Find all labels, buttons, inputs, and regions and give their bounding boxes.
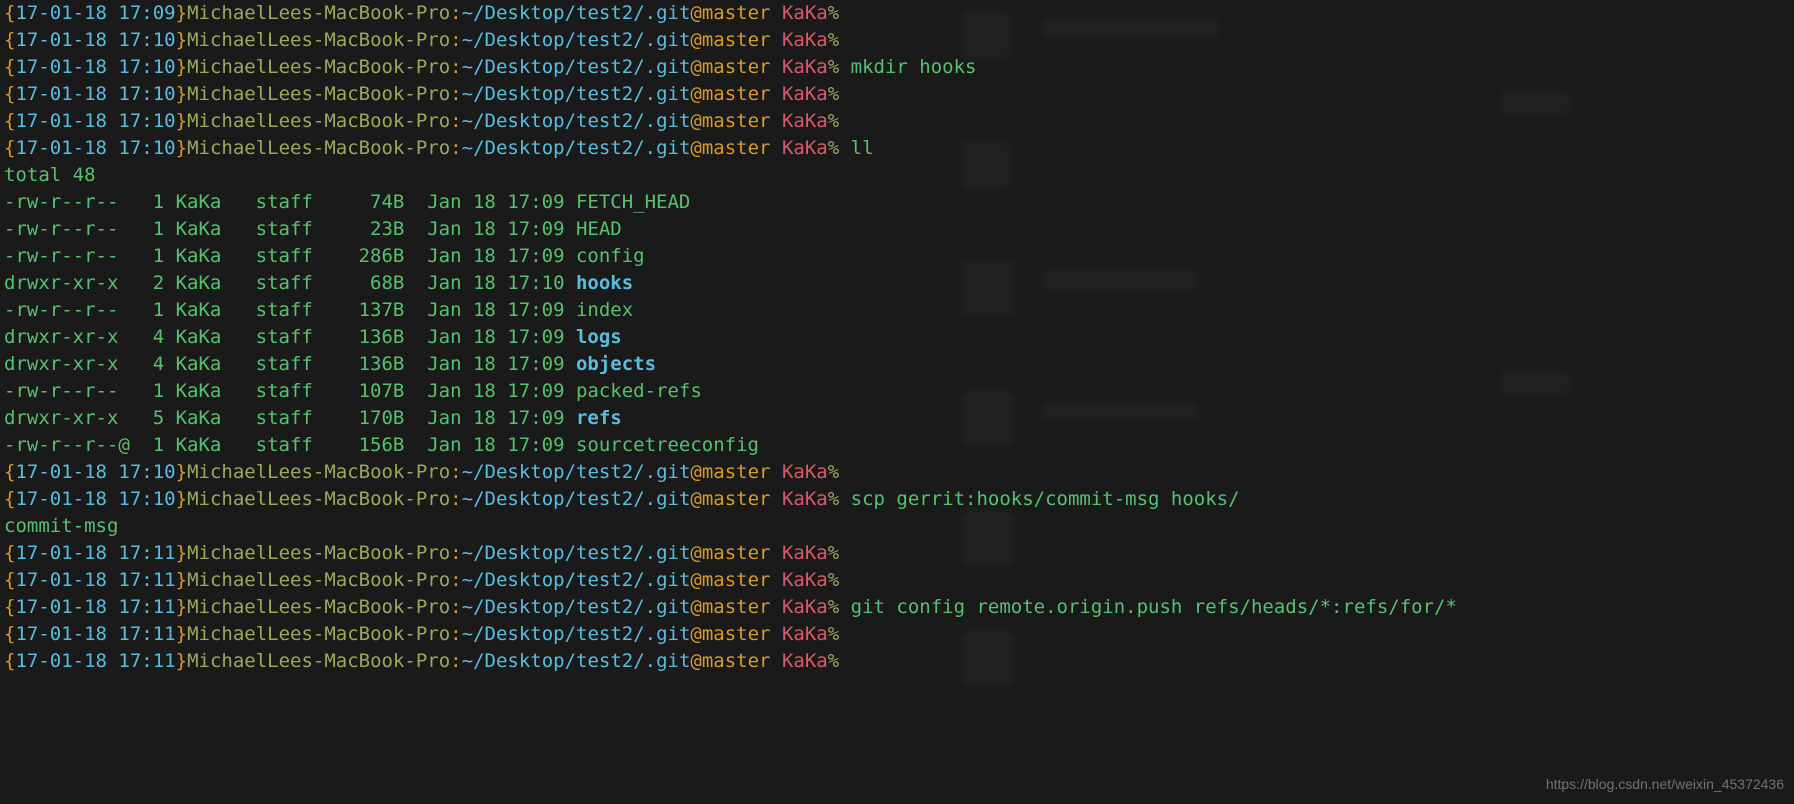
terminal-line: {17-01-18 17:11}MichaelLees-MacBook-Pro:… [4,648,1790,675]
terminal-line: {17-01-18 17:10}MichaelLees-MacBook-Pro:… [4,486,1790,513]
terminal[interactable]: {17-01-18 17:09}MichaelLees-MacBook-Pro:… [0,0,1794,804]
terminal-line: -rw-r--r-- 1 KaKa staff 23B Jan 18 17:09… [4,216,1790,243]
terminal-line: drwxr-xr-x 5 KaKa staff 170B Jan 18 17:0… [4,405,1790,432]
terminal-line: total 48 [4,162,1790,189]
terminal-line: -rw-r--r-- 1 KaKa staff 137B Jan 18 17:0… [4,297,1790,324]
terminal-line: {17-01-18 17:11}MichaelLees-MacBook-Pro:… [4,540,1790,567]
terminal-line: -rw-r--r-- 1 KaKa staff 74B Jan 18 17:09… [4,189,1790,216]
terminal-line: {17-01-18 17:11}MichaelLees-MacBook-Pro:… [4,567,1790,594]
terminal-line: -rw-r--r-- 1 KaKa staff 107B Jan 18 17:0… [4,378,1790,405]
terminal-line: {17-01-18 17:10}MichaelLees-MacBook-Pro:… [4,108,1790,135]
terminal-line: drwxr-xr-x 4 KaKa staff 136B Jan 18 17:0… [4,351,1790,378]
terminal-line: {17-01-18 17:11}MichaelLees-MacBook-Pro:… [4,621,1790,648]
terminal-line: {17-01-18 17:09}MichaelLees-MacBook-Pro:… [4,0,1790,27]
terminal-line: {17-01-18 17:10}MichaelLees-MacBook-Pro:… [4,459,1790,486]
watermark: https://blog.csdn.net/weixin_45372436 [1546,771,1784,798]
terminal-line: -rw-r--r-- 1 KaKa staff 286B Jan 18 17:0… [4,243,1790,270]
terminal-line: {17-01-18 17:10}MichaelLees-MacBook-Pro:… [4,81,1790,108]
terminal-line: commit-msg [4,513,1790,540]
terminal-line: {17-01-18 17:10}MichaelLees-MacBook-Pro:… [4,27,1790,54]
terminal-line: {17-01-18 17:10}MichaelLees-MacBook-Pro:… [4,54,1790,81]
terminal-line: {17-01-18 17:10}MichaelLees-MacBook-Pro:… [4,135,1790,162]
terminal-line: {17-01-18 17:11}MichaelLees-MacBook-Pro:… [4,594,1790,621]
terminal-line: -rw-r--r--@ 1 KaKa staff 156B Jan 18 17:… [4,432,1790,459]
terminal-line: drwxr-xr-x 4 KaKa staff 136B Jan 18 17:0… [4,324,1790,351]
terminal-line: drwxr-xr-x 2 KaKa staff 68B Jan 18 17:10… [4,270,1790,297]
